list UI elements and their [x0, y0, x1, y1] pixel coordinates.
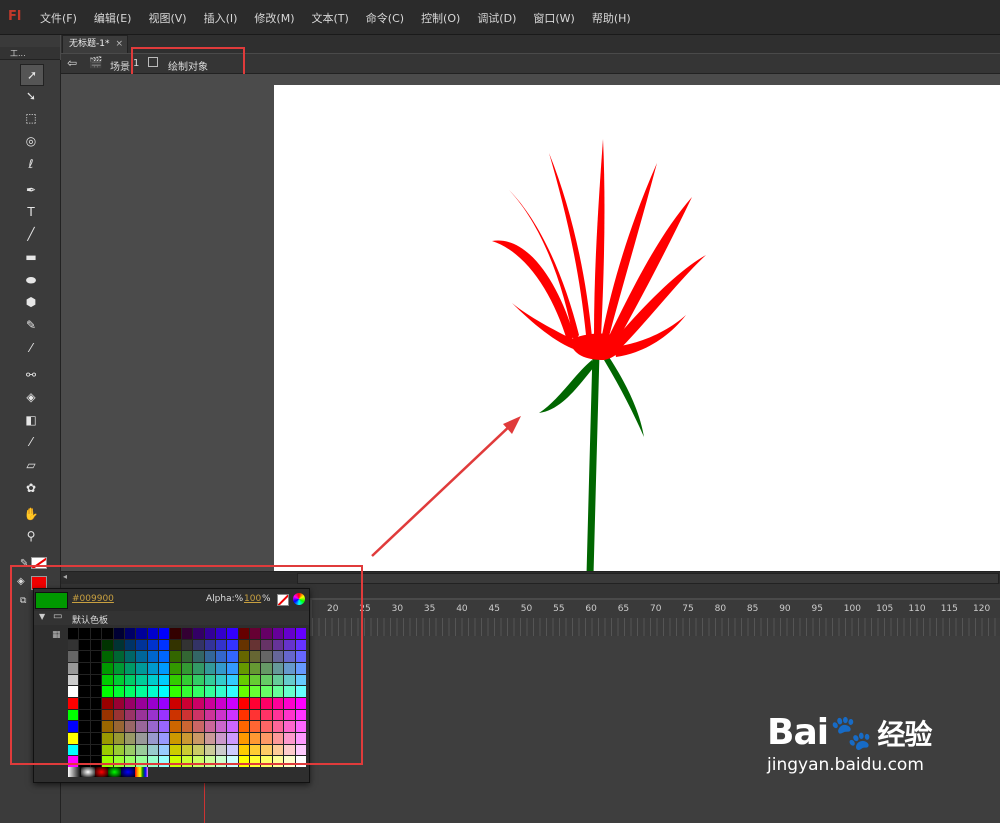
watermark-url: jingyan.baidu.com — [767, 755, 924, 775]
watermark-brand-cn: 经验 — [877, 717, 932, 751]
paw-icon: 🐾 — [830, 712, 872, 753]
baidu-watermark: Bai 🐾 经验 jingyan.baidu.com — [767, 712, 932, 775]
watermark-brand: Bai — [767, 712, 829, 753]
annotation-arrow — [371, 416, 521, 557]
